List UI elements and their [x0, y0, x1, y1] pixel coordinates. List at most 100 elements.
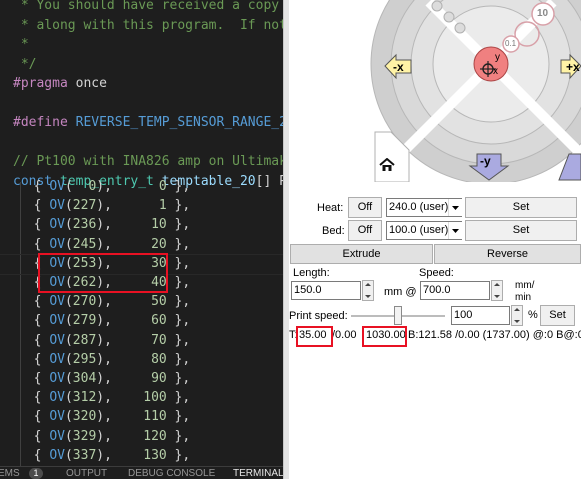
temp-value: 0 [135, 179, 167, 194]
table-row: { OV(279), 60 }, [18, 311, 191, 330]
tab-problems[interactable]: EMS [0, 468, 20, 479]
brace-open: { [18, 294, 50, 310]
temp-value: 120 [135, 428, 167, 444]
brace-open: { [18, 409, 50, 425]
jog-plus-x-label[interactable]: +x [566, 60, 580, 74]
ov-macro: OV [49, 236, 65, 252]
slider-thumb[interactable] [394, 306, 402, 325]
brace-close: }, [166, 198, 191, 214]
jog-home-all-button[interactable] [475, 47, 509, 81]
brace-close: }, [166, 255, 191, 271]
speed-unit-label-2: min [515, 292, 532, 303]
paren-close: ), [96, 409, 136, 425]
code-line: */ [13, 55, 37, 74]
brace-open: { [18, 447, 50, 463]
paren-open: ( [64, 371, 73, 386]
code-line: * You should have received a copy of the… [13, 0, 283, 15]
paren-open: ( [64, 351, 73, 367]
bed-set-button[interactable]: Set [465, 220, 577, 241]
print-speed-slider[interactable] [351, 305, 445, 327]
home-icon[interactable] [379, 158, 395, 172]
heat-dropdown-arrow[interactable] [448, 199, 462, 216]
length-input[interactable]: 150.0 [291, 281, 361, 300]
ov-macro: OV [49, 294, 65, 310]
adc-value: 270 [72, 294, 97, 310]
brace-open: { [18, 390, 50, 406]
step-10-label[interactable]: 10 [537, 8, 548, 19]
adc-value: 312 [72, 390, 97, 406]
stepper-down-icon[interactable] [514, 320, 520, 323]
stepper-down-icon[interactable] [365, 295, 371, 298]
paren-close: ), [96, 428, 136, 444]
jog-minus-x-label[interactable]: -x [393, 60, 404, 74]
paren-close: ), [96, 198, 136, 214]
paren-open: ( [64, 428, 73, 444]
heat-off-button[interactable]: Off [348, 197, 382, 218]
temp-value: 60 [135, 313, 167, 329]
brace-close: }, [166, 313, 191, 329]
ov-macro: OV [49, 390, 65, 406]
adc-value: 337 [72, 447, 97, 463]
temp-value: 100 [135, 390, 167, 406]
problems-count-badge: 1 [29, 468, 43, 479]
brace-close: }, [166, 275, 191, 290]
bottom-panel-tabs: EMS 1 OUTPUT DEBUG CONSOLE TERMINAL [0, 466, 283, 479]
table-row: { OV(337), 130 }, [18, 446, 191, 465]
temp-value: 110 [135, 409, 167, 425]
print-speed-stepper[interactable] [511, 305, 523, 326]
brace-close: }, [166, 236, 191, 252]
brace-close: }, [166, 294, 191, 310]
tab-debug-console[interactable]: DEBUG CONSOLE [128, 468, 215, 479]
length-stepper[interactable] [362, 280, 374, 301]
brace-close: }, [166, 371, 191, 386]
paren-open: ( [64, 332, 73, 348]
brace-open: { [18, 179, 50, 194]
paren-open: ( [64, 390, 73, 406]
code-line: * [13, 35, 29, 54]
brace-close: }, [166, 390, 191, 406]
brace-close: }, [166, 179, 191, 194]
code-token: #pragma [13, 76, 68, 91]
speed-label: Speed: [419, 267, 454, 279]
paren-open: ( [64, 236, 73, 252]
jog-control: -x +x -y y x 10 0.1 [289, 0, 581, 185]
paren-close: ), [96, 236, 136, 252]
heat-label: Heat: [317, 202, 344, 214]
extrude-button[interactable]: Extrude [290, 244, 433, 264]
table-row: { OV(270), 50 }, [18, 292, 191, 311]
tab-terminal[interactable]: TERMINAL [233, 468, 283, 479]
stepper-up-icon[interactable] [514, 308, 520, 311]
temp-value: 50 [135, 294, 167, 310]
heat-set-button[interactable]: Set [465, 197, 577, 218]
paren-open: ( [64, 294, 73, 310]
brace-close: }, [166, 409, 191, 425]
paren-open: ( [64, 409, 73, 425]
t-current-highlight-box [296, 326, 333, 347]
brace-close: }, [166, 351, 191, 367]
code-token: */ [13, 56, 37, 72]
print-speed-input[interactable]: 100 [451, 306, 510, 325]
print-speed-unit: % [528, 309, 538, 321]
paren-open: ( [64, 198, 73, 214]
temp-value: 80 [135, 351, 167, 367]
paren-open: ( [64, 179, 73, 194]
jog-minus-y-label[interactable]: -y [480, 154, 491, 168]
code-editor[interactable]: * You should have received a copy of the… [0, 0, 283, 479]
bed-off-button[interactable]: Off [348, 220, 382, 241]
stepper-down-icon[interactable] [494, 295, 500, 298]
paren-close: ), [96, 179, 136, 194]
ov-macro: OV [49, 371, 65, 386]
stepper-up-icon[interactable] [494, 283, 500, 286]
print-speed-set-button[interactable]: Set [540, 305, 575, 326]
paren-open: ( [64, 313, 73, 329]
bed-temp-value: 100.0 (user) [389, 224, 449, 236]
brace-open: { [18, 236, 50, 252]
code-line: * along with this program. If not, see <… [13, 16, 283, 35]
tab-output[interactable]: OUTPUT [66, 468, 107, 479]
speed-stepper[interactable] [491, 280, 503, 301]
speed-input[interactable]: 700.0 [420, 281, 490, 300]
reverse-button[interactable]: Reverse [434, 244, 581, 264]
stepper-up-icon[interactable] [365, 283, 371, 286]
ov-macro: OV [49, 313, 65, 329]
bed-dropdown-arrow[interactable] [448, 222, 462, 239]
